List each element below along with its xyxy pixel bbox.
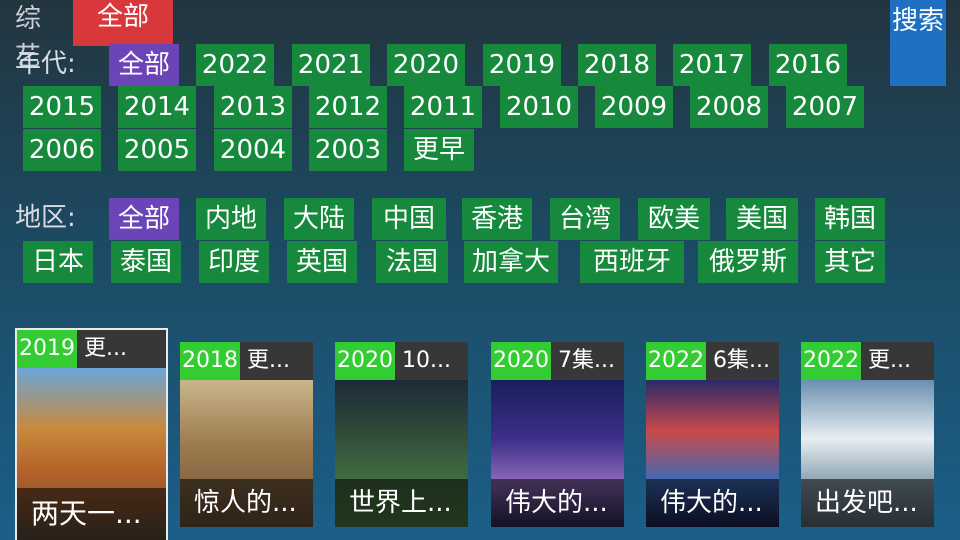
card-meta: 2018 更... xyxy=(180,342,313,380)
year-chip-all[interactable]: 全部 xyxy=(109,44,179,86)
card-meta: 2020 10... xyxy=(335,342,468,380)
card-title: 惊人的... xyxy=(180,479,313,527)
region-chip-8[interactable]: 韩国 xyxy=(815,198,885,240)
episode-status: 更... xyxy=(77,336,127,361)
year-chip-2022[interactable]: 2022 xyxy=(196,44,274,86)
year-chip-2010[interactable]: 2010 xyxy=(500,86,578,128)
year-chip-2013[interactable]: 2013 xyxy=(214,86,292,128)
card-title: 世界上... xyxy=(335,479,468,527)
region-chip-5[interactable]: 台湾 xyxy=(550,198,620,240)
card-meta: 2022 更... xyxy=(801,342,934,380)
region-chip-10[interactable]: 泰国 xyxy=(111,241,181,283)
year-chip-2018[interactable]: 2018 xyxy=(578,44,656,86)
episode-status: 7集... xyxy=(551,348,615,373)
region-chip-11[interactable]: 印度 xyxy=(199,241,269,283)
year-chip-earlier[interactable]: 更早 xyxy=(404,129,474,171)
category-chip-all[interactable]: 全部 xyxy=(73,0,173,46)
region-chip-6[interactable]: 欧美 xyxy=(638,198,710,240)
content-card[interactable]: 2022 6集... 伟大的... xyxy=(646,342,779,527)
year-chip-2020[interactable]: 2020 xyxy=(387,44,465,86)
region-chip-2[interactable]: 大陆 xyxy=(284,198,354,240)
episode-status: 6集... xyxy=(706,348,770,373)
year-chip-2005[interactable]: 2005 xyxy=(118,129,196,171)
card-meta: 2022 6集... xyxy=(646,342,779,380)
year-badge: 2020 xyxy=(491,342,551,380)
year-chip-2021[interactable]: 2021 xyxy=(292,44,370,86)
year-label: 年代: xyxy=(15,49,76,79)
year-chip-2019[interactable]: 2019 xyxy=(483,44,561,86)
episode-status: 更... xyxy=(861,348,911,373)
search-button[interactable]: 搜索 xyxy=(890,0,946,86)
region-chip-4[interactable]: 香港 xyxy=(462,198,532,240)
region-label: 地区: xyxy=(15,203,76,233)
card-title: 出发吧... xyxy=(801,479,934,527)
year-badge: 2022 xyxy=(646,342,706,380)
year-chip-2007[interactable]: 2007 xyxy=(786,86,864,128)
year-chip-2006[interactable]: 2006 xyxy=(23,129,101,171)
year-chip-2008[interactable]: 2008 xyxy=(690,86,768,128)
card-meta: 2020 7集... xyxy=(491,342,624,380)
year-badge: 2020 xyxy=(335,342,395,380)
year-chip-2011[interactable]: 2011 xyxy=(404,86,482,128)
region-chip-16[interactable]: 俄罗斯 xyxy=(698,241,798,283)
region-chip-12[interactable]: 英国 xyxy=(287,241,357,283)
region-chip-3[interactable]: 中国 xyxy=(372,198,446,240)
content-card[interactable]: 2022 更... 出发吧... xyxy=(801,342,934,527)
year-chip-2016[interactable]: 2016 xyxy=(769,44,847,86)
region-chip-15[interactable]: 西班牙 xyxy=(580,241,684,283)
year-chip-2017[interactable]: 2017 xyxy=(673,44,751,86)
year-chip-2004[interactable]: 2004 xyxy=(214,129,292,171)
content-card[interactable]: 2018 更... 惊人的... xyxy=(180,342,313,527)
region-chip-14[interactable]: 加拿大 xyxy=(464,241,558,283)
year-badge: 2022 xyxy=(801,342,861,380)
year-chip-2015[interactable]: 2015 xyxy=(23,86,101,128)
episode-status: 更... xyxy=(240,348,290,373)
card-title: 伟大的... xyxy=(646,479,779,527)
region-chip-13[interactable]: 法国 xyxy=(376,241,448,283)
region-chip-7[interactable]: 美国 xyxy=(726,198,798,240)
card-title: 伟大的... xyxy=(491,479,624,527)
region-chip-0[interactable]: 全部 xyxy=(109,198,179,240)
year-badge: 2018 xyxy=(180,342,240,380)
card-meta: 2019 更... xyxy=(17,330,166,368)
year-chip-2003[interactable]: 2003 xyxy=(309,129,387,171)
region-chip-9[interactable]: 日本 xyxy=(23,241,93,283)
year-badge: 2019 xyxy=(17,330,77,368)
card-title: 两天一... xyxy=(17,488,166,540)
content-card[interactable]: 2020 7集... 伟大的... xyxy=(491,342,624,527)
content-card[interactable]: 2020 10... 世界上... xyxy=(335,342,468,527)
year-chip-2012[interactable]: 2012 xyxy=(309,86,387,128)
content-card[interactable]: 2019 更... 两天一... xyxy=(17,330,166,540)
region-chip-1[interactable]: 内地 xyxy=(196,198,266,240)
year-chip-2009[interactable]: 2009 xyxy=(595,86,673,128)
episode-status: 10... xyxy=(395,348,451,373)
region-chip-17[interactable]: 其它 xyxy=(815,241,885,283)
year-chip-2014[interactable]: 2014 xyxy=(118,86,196,128)
